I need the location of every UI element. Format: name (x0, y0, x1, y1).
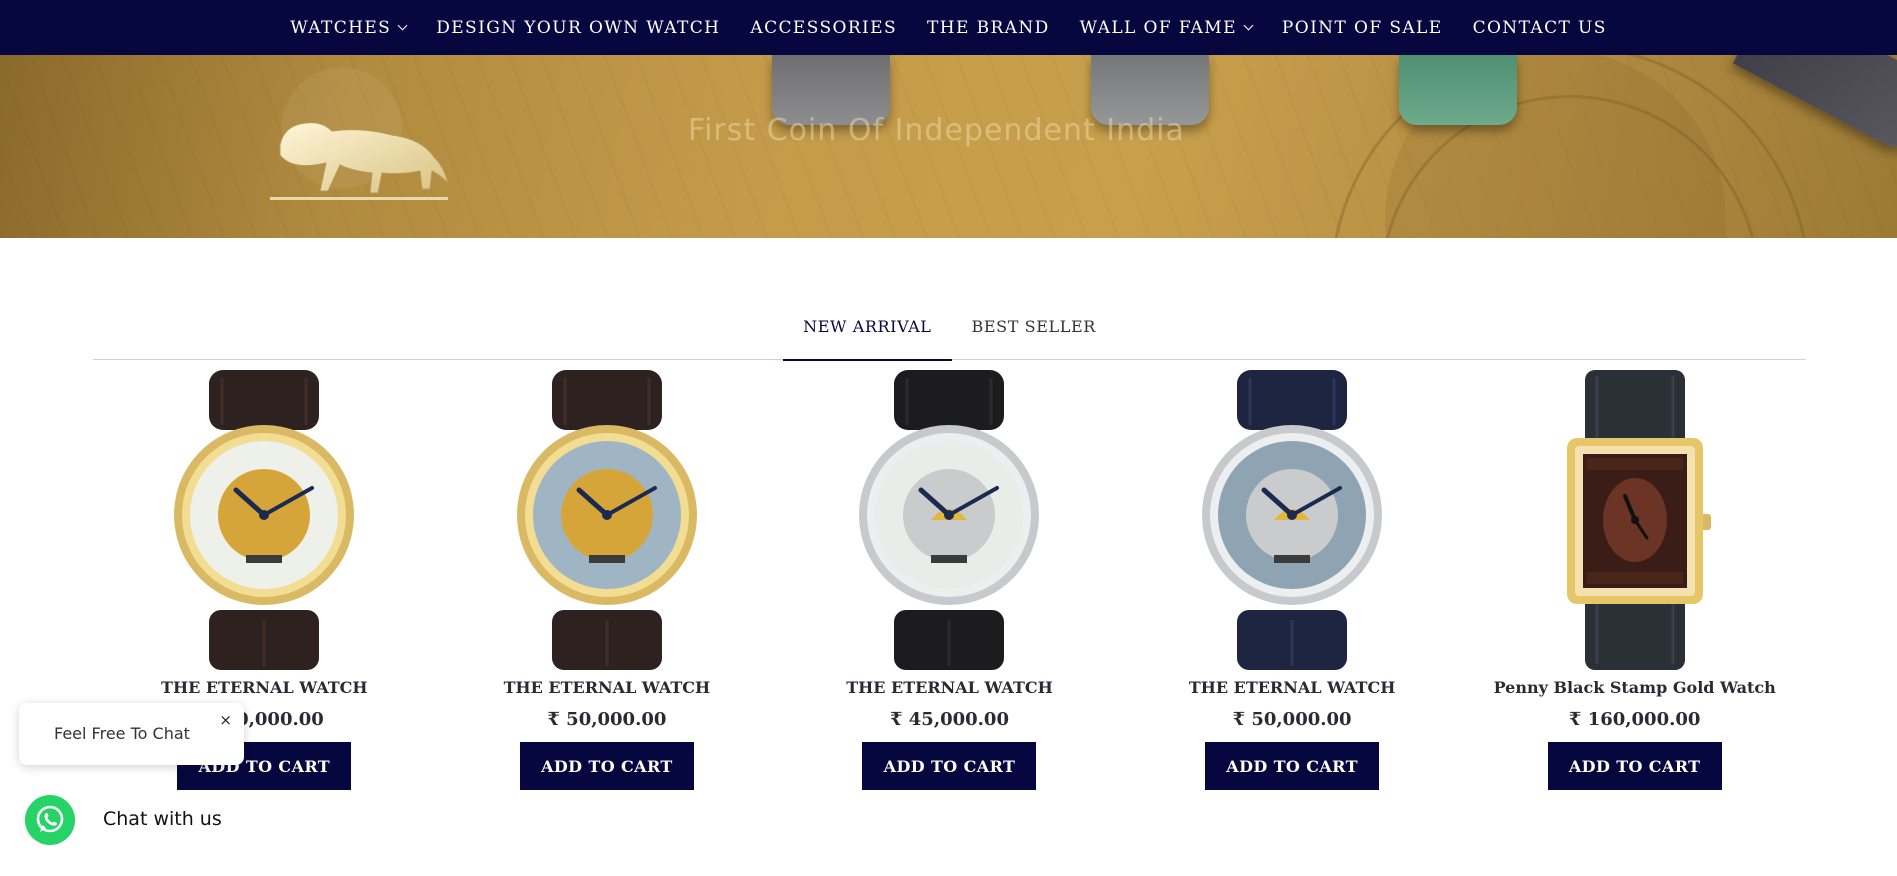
watch-image[interactable] (1182, 370, 1402, 670)
product-name[interactable]: THE ETERNAL WATCH (504, 678, 710, 697)
product-price: ₹ 50,000.00 (1232, 709, 1352, 730)
hero-tagline: First Coin Of Independent India (688, 113, 1185, 148)
chat-prompt-bubble[interactable]: Feel Free To Chat × (19, 703, 244, 765)
watch-image[interactable] (839, 370, 1059, 670)
nav-item-design-your-own-watch[interactable]: DESIGN YOUR OWN WATCH (436, 18, 720, 38)
nav-item-wall-of-fame[interactable]: WALL OF FAME (1079, 17, 1254, 38)
whatsapp-icon (36, 805, 64, 833)
nav-item-the-brand[interactable]: THE BRAND (927, 18, 1050, 38)
product-name[interactable]: Penny Black Stamp Gold Watch (1494, 678, 1776, 697)
watch-image[interactable] (154, 370, 374, 670)
product-price: ₹ 45,000.00 (889, 709, 1009, 730)
close-icon[interactable]: × (219, 711, 232, 729)
hero-banner: First Coin Of Independent India (0, 55, 1897, 238)
chevron-down-icon (1243, 20, 1254, 31)
watch-strap-image (1399, 55, 1517, 125)
nav-label: ACCESSORIES (750, 17, 897, 38)
product-price: ₹ 50,000.00 (547, 709, 667, 730)
tab-best-seller[interactable]: BEST SELLER (952, 305, 1116, 360)
main-nav: WATCHES DESIGN YOUR OWN WATCH ACCESSORIE… (0, 0, 1897, 55)
product-name[interactable]: THE ETERNAL WATCH (846, 678, 1052, 697)
nav-label: DESIGN YOUR OWN WATCH (436, 17, 721, 38)
add-to-cart-button[interactable]: ADD TO CART (519, 742, 694, 790)
add-to-cart-button[interactable]: ADD TO CART (1547, 742, 1722, 790)
chevron-down-icon (397, 20, 408, 31)
watch-image[interactable] (1525, 370, 1745, 670)
tiger-emblem-icon (270, 122, 449, 200)
product-card: THE ETERNAL WATCH ₹ 50,000.00 ADD TO CAR… (436, 370, 779, 810)
product-card: Penny Black Stamp Gold Watch ₹ 160,000.0… (1463, 370, 1806, 810)
product-card: THE ETERNAL WATCH ₹ 50,000.00 ADD TO CAR… (1121, 370, 1464, 810)
product-name[interactable]: THE ETERNAL WATCH (1189, 678, 1395, 697)
whatsapp-button[interactable] (25, 795, 75, 845)
add-to-cart-button[interactable]: ADD TO CART (862, 742, 1037, 790)
nav-label: WALL OF FAME (1079, 17, 1237, 38)
chat-prompt-text: Feel Free To Chat (54, 724, 190, 743)
product-price: ₹ 160,000.00 (1568, 709, 1701, 730)
tab-label: NEW ARRIVAL (803, 317, 932, 336)
nav-item-point-of-sale[interactable]: POINT OF SALE (1282, 18, 1443, 38)
nav-label: WATCHES (290, 17, 392, 38)
product-grid: THE ETERNAL WATCH ₹ 50,000.00 ADD TO CAR… (93, 370, 1806, 810)
nav-item-contact-us[interactable]: CONTACT US (1473, 18, 1607, 38)
nav-item-accessories[interactable]: ACCESSORIES (750, 18, 897, 38)
nav-label: CONTACT US (1472, 17, 1607, 38)
nav-item-watches[interactable]: WATCHES (290, 17, 408, 38)
add-to-cart-button[interactable]: ADD TO CART (1205, 742, 1380, 790)
product-card: THE ETERNAL WATCH ₹ 45,000.00 ADD TO CAR… (778, 370, 1121, 810)
nav-label: THE BRAND (927, 17, 1050, 38)
nav-label: POINT OF SALE (1281, 17, 1443, 38)
tab-label: BEST SELLER (971, 317, 1096, 336)
whatsapp-label[interactable]: Chat with us (103, 808, 222, 830)
watch-image[interactable] (497, 370, 717, 670)
tab-new-arrival[interactable]: NEW ARRIVAL (783, 305, 952, 361)
product-tabs: NEW ARRIVAL BEST SELLER (93, 305, 1806, 361)
product-name[interactable]: THE ETERNAL WATCH (161, 678, 367, 697)
